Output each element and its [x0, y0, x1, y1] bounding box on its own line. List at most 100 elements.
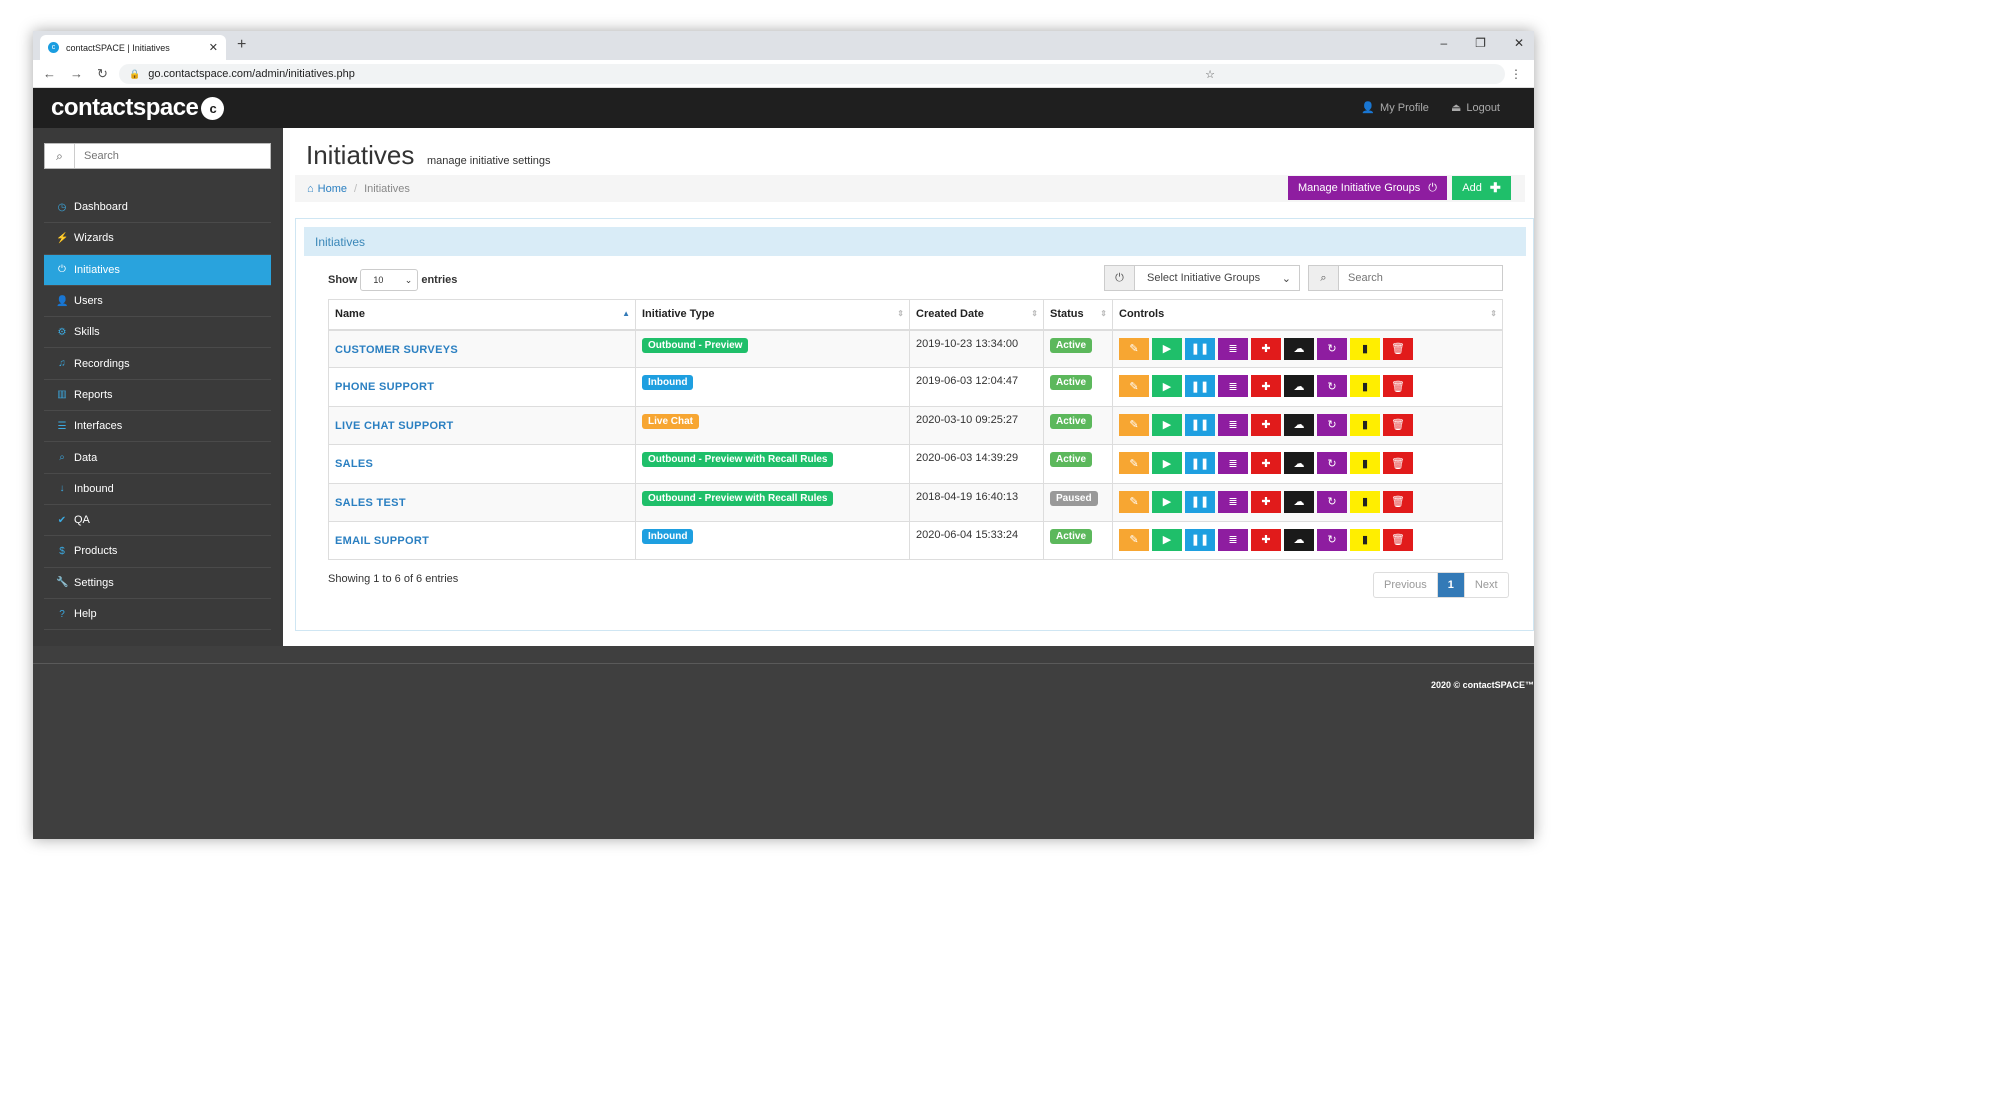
close-window-icon[interactable]: ✕ [1514, 36, 1524, 50]
new-tab-icon[interactable]: + [237, 36, 246, 54]
file-button[interactable]: ▮ [1350, 490, 1380, 513]
plus-button[interactable]: ✚ [1251, 528, 1281, 551]
column-header-name[interactable]: Name ▲ [328, 299, 636, 331]
file-button[interactable]: ▮ [1350, 528, 1380, 551]
sidebar-item-users[interactable]: 👤 Users [44, 286, 271, 318]
initiative-name-link[interactable]: CUSTOMER SURVEYS [335, 344, 458, 356]
pause-button[interactable]: ❚❚ [1185, 337, 1215, 360]
add-button[interactable]: Add ✚ [1452, 176, 1511, 200]
sidebar-item-skills[interactable]: ⚙ Skills [44, 317, 271, 349]
breadcrumb-home[interactable]: ⌂ Home [307, 183, 347, 195]
cloud-upload-button[interactable]: ☁ [1284, 337, 1314, 360]
back-icon[interactable]: ← [43, 66, 56, 82]
entries-select[interactable]: 10 ⌄ [360, 269, 419, 291]
sidebar-item-qa[interactable]: ✔ QA [44, 505, 271, 537]
next-page-button[interactable]: Next [1463, 573, 1508, 597]
pause-button[interactable]: ❚❚ [1185, 528, 1215, 551]
trash-button[interactable]: 🗑 [1383, 490, 1413, 513]
play-button[interactable]: ▶ [1152, 452, 1182, 475]
initiative-group-select[interactable]: Select Initiative Groups ⌄ [1135, 266, 1299, 290]
file-button[interactable]: ▮ [1350, 413, 1380, 436]
cloud-upload-button[interactable]: ☁ [1284, 375, 1314, 398]
trash-button[interactable]: 🗑 [1383, 375, 1413, 398]
search-icon[interactable]: ⌕ [1309, 266, 1339, 290]
initiative-name-link[interactable]: SALES TEST [335, 497, 406, 509]
sidebar-item-inbound[interactable]: ↓ Inbound [44, 474, 271, 505]
edit-button[interactable]: ✎ [1119, 337, 1149, 360]
url-field[interactable]: 🔒 go.contactspace.com/admin/initiatives.… [119, 64, 1505, 84]
sidebar-item-interfaces[interactable]: ☰ Interfaces [44, 411, 271, 443]
sidebar-item-reports[interactable]: ▥ Reports [44, 380, 271, 412]
file-button[interactable]: ▮ [1350, 375, 1380, 398]
sidebar-item-settings[interactable]: 🔧 Settings [44, 568, 271, 599]
sidebar-item-data[interactable]: ⌕ Data [44, 442, 271, 474]
plus-button[interactable]: ✚ [1251, 337, 1281, 360]
trash-button[interactable]: 🗑 [1383, 452, 1413, 475]
cloud-upload-button[interactable]: ☁ [1284, 490, 1314, 513]
cloud-upload-button[interactable]: ☁ [1284, 413, 1314, 436]
file-button[interactable]: ▮ [1350, 452, 1380, 475]
page-1-button[interactable]: 1 [1436, 573, 1464, 597]
browser-menu-icon[interactable]: ⋮ [1510, 67, 1522, 81]
pause-button[interactable]: ❚❚ [1185, 375, 1215, 398]
column-header-status[interactable]: Status ⇕ [1043, 299, 1113, 331]
refresh-button[interactable]: ↻ [1317, 528, 1347, 551]
play-button[interactable]: ▶ [1152, 490, 1182, 513]
sidebar-search-input[interactable] [75, 144, 265, 168]
refresh-button[interactable]: ↻ [1317, 452, 1347, 475]
reload-icon[interactable]: ↻ [97, 66, 108, 82]
list-button[interactable]: ≣ [1218, 490, 1248, 513]
list-button[interactable]: ≣ [1218, 375, 1248, 398]
plus-button[interactable]: ✚ [1251, 490, 1281, 513]
cloud-upload-button[interactable]: ☁ [1284, 452, 1314, 475]
refresh-button[interactable]: ↻ [1317, 375, 1347, 398]
previous-page-button[interactable]: Previous [1374, 573, 1437, 597]
play-button[interactable]: ▶ [1152, 528, 1182, 551]
initiative-name-link[interactable]: EMAIL SUPPORT [335, 535, 429, 547]
list-button[interactable]: ≣ [1218, 528, 1248, 551]
sidebar-item-products[interactable]: $ Products [44, 536, 271, 568]
column-header-created[interactable]: Created Date ⇕ [909, 299, 1044, 331]
logo[interactable]: contactspace c [51, 94, 225, 122]
plus-button[interactable]: ✚ [1251, 452, 1281, 475]
column-header-controls[interactable]: Controls ⇕ [1112, 299, 1503, 331]
refresh-button[interactable]: ↻ [1317, 490, 1347, 513]
tab-close-icon[interactable]: ✕ [209, 41, 218, 54]
power-icon[interactable]: ⏻ [1105, 266, 1135, 290]
refresh-button[interactable]: ↻ [1317, 413, 1347, 436]
refresh-button[interactable]: ↻ [1317, 337, 1347, 360]
cloud-upload-button[interactable]: ☁ [1284, 528, 1314, 551]
sidebar-item-dashboard[interactable]: ◷ Dashboard [44, 192, 271, 224]
list-button[interactable]: ≣ [1218, 337, 1248, 360]
pause-button[interactable]: ❚❚ [1185, 452, 1215, 475]
plus-button[interactable]: ✚ [1251, 375, 1281, 398]
logout-link[interactable]: ⏏ Logout [1451, 101, 1500, 115]
table-search-input[interactable] [1339, 266, 1499, 290]
my-profile-link[interactable]: 👤 My Profile [1361, 101, 1429, 115]
edit-button[interactable]: ✎ [1119, 413, 1149, 436]
manage-initiative-groups-button[interactable]: Manage Initiative Groups ⏻ [1288, 176, 1447, 200]
list-button[interactable]: ≣ [1218, 413, 1248, 436]
bookmark-star-icon[interactable]: ☆ [1205, 68, 1215, 81]
browser-tab[interactable]: c contactSPACE | Initiatives ✕ [40, 35, 226, 60]
sidebar-item-recordings[interactable]: ♫ Recordings [44, 348, 271, 380]
trash-button[interactable]: 🗑 [1383, 337, 1413, 360]
search-icon[interactable]: ⌕ [45, 144, 75, 168]
edit-button[interactable]: ✎ [1119, 375, 1149, 398]
forward-icon[interactable]: → [70, 66, 83, 82]
list-button[interactable]: ≣ [1218, 452, 1248, 475]
pause-button[interactable]: ❚❚ [1185, 413, 1215, 436]
play-button[interactable]: ▶ [1152, 413, 1182, 436]
minimize-icon[interactable]: – [1440, 36, 1447, 50]
pause-button[interactable]: ❚❚ [1185, 490, 1215, 513]
play-button[interactable]: ▶ [1152, 337, 1182, 360]
edit-button[interactable]: ✎ [1119, 490, 1149, 513]
trash-button[interactable]: 🗑 [1383, 528, 1413, 551]
edit-button[interactable]: ✎ [1119, 528, 1149, 551]
trash-button[interactable]: 🗑 [1383, 413, 1413, 436]
sidebar-item-help[interactable]: ? Help [44, 599, 271, 631]
play-button[interactable]: ▶ [1152, 375, 1182, 398]
initiative-name-link[interactable]: SALES [335, 458, 373, 470]
plus-button[interactable]: ✚ [1251, 413, 1281, 436]
edit-button[interactable]: ✎ [1119, 452, 1149, 475]
